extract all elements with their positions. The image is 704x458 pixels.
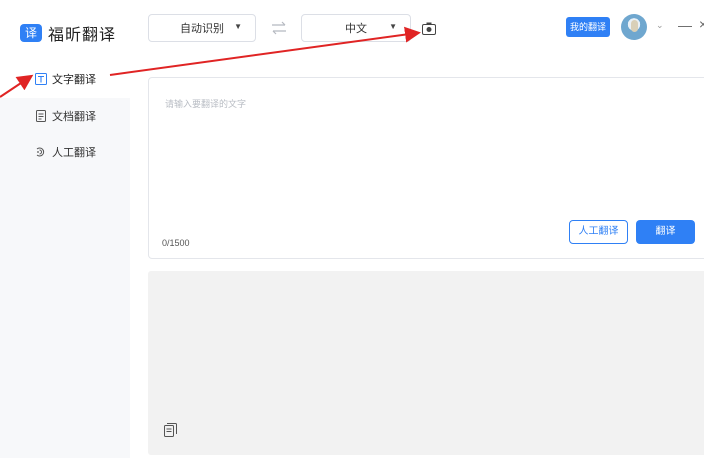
app-header: 译 福昕翻译 自动识别 ▼ 中文 ▼ 我的翻译 ⌄ — × — [0, 0, 704, 58]
swap-languages-icon[interactable] — [270, 21, 288, 35]
translation-result-panel — [148, 271, 704, 455]
app-title: 福昕翻译 — [48, 27, 117, 44]
source-language-label: 自动识别 — [180, 23, 224, 35]
close-icon[interactable]: × — [699, 16, 704, 32]
sidebar-item-human-translation[interactable]: 人工翻译 — [0, 134, 130, 170]
sidebar-item-document-translation[interactable]: 文档翻译 — [0, 98, 130, 134]
avatar[interactable] — [621, 14, 647, 40]
document-icon — [36, 110, 46, 122]
caret-down-icon: ▼ — [234, 22, 242, 31]
translate-button[interactable]: 翻译 — [636, 220, 695, 244]
source-text-input[interactable]: 请输入要翻译的文字 — [165, 97, 246, 110]
human-icon — [36, 147, 45, 157]
character-counter: 0/1500 — [162, 238, 190, 248]
target-language-label: 中文 — [345, 23, 367, 35]
sidebar-background — [0, 170, 130, 458]
sidebar: 文字翻译 文档翻译 人工翻译 — [0, 58, 130, 458]
app-logo: 译 福昕翻译 — [20, 21, 116, 45]
copy-icon[interactable] — [164, 423, 177, 437]
minimize-icon[interactable]: — — [678, 17, 692, 33]
my-translations-button[interactable]: 我的翻译 — [566, 17, 610, 37]
text-icon — [35, 73, 47, 85]
caret-down-icon: ▼ — [389, 22, 397, 31]
sidebar-item-label: 文档翻译 — [52, 111, 96, 123]
target-language-select[interactable]: 中文 ▼ — [301, 14, 411, 42]
chevron-down-icon[interactable]: ⌄ — [656, 20, 664, 31]
sidebar-item-label: 人工翻译 — [52, 147, 96, 159]
source-language-select[interactable]: 自动识别 ▼ — [148, 14, 256, 42]
source-text-panel[interactable]: 请输入要翻译的文字 0/1500 人工翻译 翻译 — [148, 77, 704, 259]
microphone-icon — [631, 20, 638, 32]
sidebar-item-text-translation[interactable]: 文字翻译 — [0, 60, 130, 98]
human-translation-button[interactable]: 人工翻译 — [569, 220, 628, 244]
logo-badge: 译 — [20, 24, 42, 42]
sidebar-item-label: 文字翻译 — [52, 74, 96, 86]
camera-icon[interactable] — [422, 22, 436, 35]
